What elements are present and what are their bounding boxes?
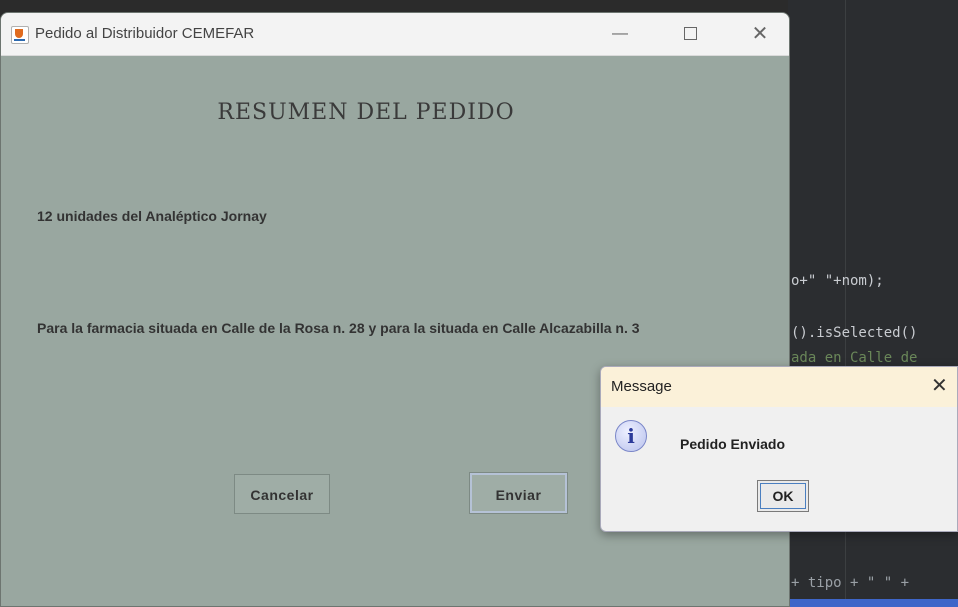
dialog-title: Message xyxy=(611,378,672,395)
delivery-address-label: Para la farmacia situada en Calle de la … xyxy=(37,320,640,336)
code-line: ada en Calle de xyxy=(791,350,918,366)
send-button[interactable]: Enviar xyxy=(469,472,568,514)
page-title: RESUMEN DEL PEDIDO xyxy=(217,100,515,125)
close-button[interactable]: ✕ xyxy=(737,13,783,55)
code-line: + tipo + " " + xyxy=(791,575,910,591)
maximize-icon xyxy=(683,27,697,41)
ok-button[interactable]: OK xyxy=(757,480,809,512)
java-app-icon xyxy=(11,26,29,44)
maximize-button[interactable] xyxy=(667,13,713,55)
status-strip xyxy=(788,599,958,607)
window-titlebar[interactable]: Pedido al Distribuidor CEMEFAR — ✕ xyxy=(1,13,789,56)
info-icon: i xyxy=(615,420,647,452)
minimize-button[interactable]: — xyxy=(597,13,643,55)
cancel-button[interactable]: Cancelar xyxy=(234,474,330,514)
message-dialog: Message ✕ i Pedido Enviado OK xyxy=(600,366,958,532)
dialog-message: Pedido Enviado xyxy=(680,436,786,452)
dialog-close-button[interactable]: ✕ xyxy=(931,373,948,398)
order-items-label: 12 unidades del Analéptico Jornay xyxy=(37,208,267,224)
code-line: ().isSelected() xyxy=(791,325,918,341)
window-title: Pedido al Distribuidor CEMEFAR xyxy=(35,25,255,42)
dialog-titlebar[interactable]: Message ✕ xyxy=(601,367,957,407)
code-line: o+" "+nom); xyxy=(791,273,884,289)
